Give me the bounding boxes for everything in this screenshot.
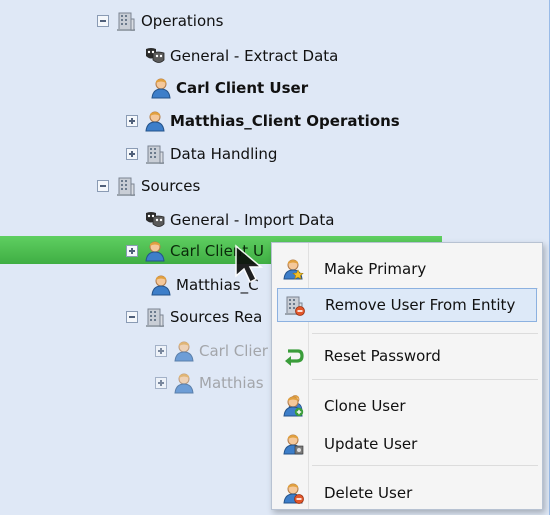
tree-node-label: Carl Client User [176,79,309,97]
expand-icon[interactable] [155,345,167,357]
expand-icon[interactable] [126,115,138,127]
menu-separator [312,465,538,466]
user-star-icon [282,258,304,280]
menu-item-make-primary[interactable]: Make Primary [277,252,537,286]
menu-item-label: Clone User [324,397,406,415]
user-icon [150,77,172,99]
collapse-icon[interactable] [97,15,109,27]
menu-item-label: Reset Password [324,347,441,365]
mask-icon [144,209,166,231]
expand-icon[interactable] [126,148,138,160]
tree-node-data-handling[interactable]: Data Handling [126,139,277,169]
tree-node-sources[interactable]: Sources [97,171,200,201]
tree-node-label: Data Handling [170,145,278,163]
user-icon [144,110,166,132]
building-icon [144,306,166,328]
expand-icon[interactable] [155,377,167,389]
menu-item-label: Make Primary [324,260,427,278]
tree-node-matthias-client-operations[interactable]: Matthias_Client Operations [126,106,400,136]
tree-node-matthias[interactable]: Matthias [155,368,264,398]
menu-item-clone-user[interactable]: Clone User [277,389,537,423]
tree-node-label: Sources [141,177,201,195]
tree-node-label: Operations [141,12,224,30]
tree-node-general-extract-data[interactable]: General - Extract Data [144,41,338,71]
tree-node-carl-clier[interactable]: Carl Clier [155,336,268,366]
user-icon [150,274,172,296]
mouse-cursor-icon [235,244,264,284]
menu-item-update-user[interactable]: Update User [277,427,537,461]
tree-node-label: Carl Clier [199,342,268,360]
tree-node-operations[interactable]: Operations [97,6,223,36]
clone-user-icon [282,395,304,417]
user-context-menu: Make Primary Remove User From Entity Res… [271,242,543,510]
tree-node-label: Matthias_Client Operations [170,112,400,130]
tree-node-carl-client-user[interactable]: Carl Client User [150,73,308,103]
user-icon [173,372,195,394]
user-icon [144,240,166,262]
delete-user-icon [282,482,304,504]
menu-separator [312,333,538,334]
update-user-icon [282,433,304,455]
menu-item-delete-user[interactable]: Delete User [277,476,537,510]
collapse-icon[interactable] [97,180,109,192]
tree-node-general-import-data[interactable]: General - Import Data [144,205,334,235]
tree-node-label: Sources Rea [170,308,263,326]
tree-node-label: General - Extract Data [170,47,339,65]
menu-item-remove-user-from-entity[interactable]: Remove User From Entity [277,288,537,322]
building-icon [115,175,137,197]
reset-arrow-icon [282,345,304,367]
menu-item-label: Update User [324,435,418,453]
mask-icon [144,45,166,67]
user-icon [173,340,195,362]
menu-item-label: Delete User [324,484,413,502]
building-icon [144,143,166,165]
tree-node-sources-rea[interactable]: Sources Rea [126,302,262,332]
building-icon [115,10,137,32]
tree-node-label: General - Import Data [170,211,335,229]
menu-item-label: Remove User From Entity [325,296,516,314]
collapse-icon[interactable] [126,311,138,323]
menu-separator [312,379,538,380]
menu-item-reset-password[interactable]: Reset Password [277,339,537,373]
tree-node-label: Matthias [199,374,264,392]
expand-icon[interactable] [126,245,138,257]
building-remove-icon [283,294,305,316]
